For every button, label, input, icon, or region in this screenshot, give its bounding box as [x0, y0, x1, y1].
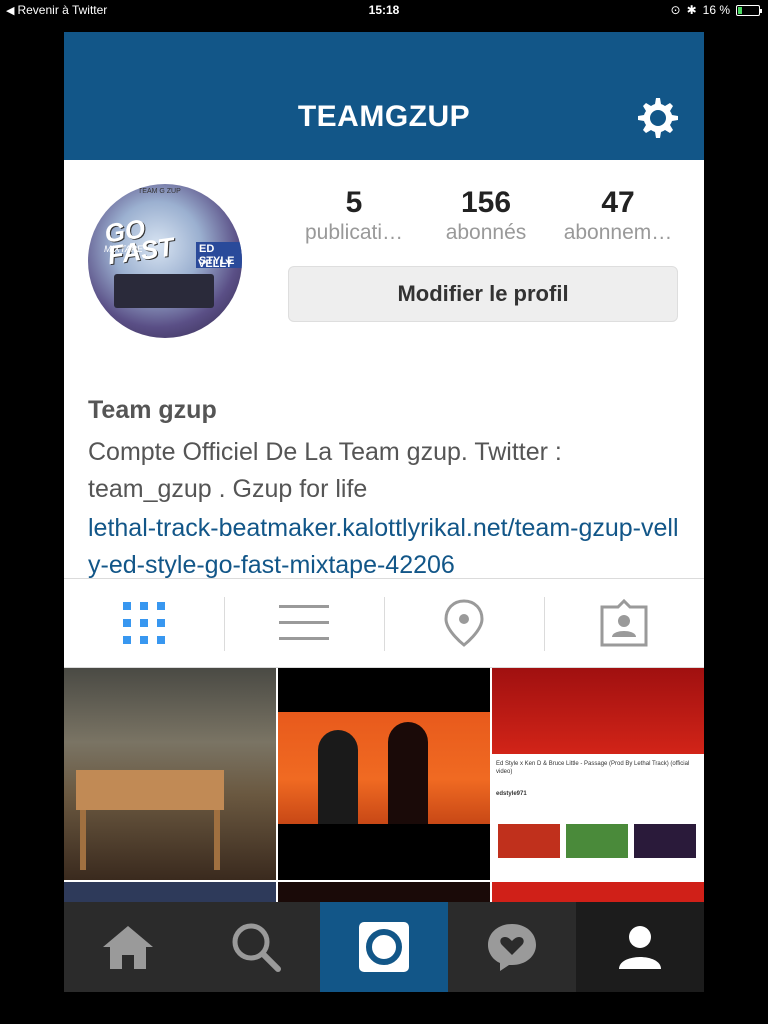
post-image-detail [492, 668, 704, 754]
top-bar: TEAMGZUP [64, 32, 704, 160]
nav-profile[interactable] [576, 902, 704, 992]
nav-activity[interactable] [448, 902, 576, 992]
stat-posts[interactable]: 5 publicati… [288, 186, 420, 246]
gear-icon[interactable] [634, 94, 682, 142]
tab-tagged[interactable] [544, 579, 704, 667]
post-thumbnail[interactable] [278, 668, 490, 880]
page-title: TEAMGZUP [297, 100, 471, 133]
post-thumbnail[interactable] [278, 882, 490, 902]
post-image-detail [318, 730, 358, 824]
tab-map[interactable] [384, 579, 544, 667]
stat-value: 47 [601, 186, 635, 219]
tab-grid[interactable] [64, 579, 224, 667]
profile-section: TEAM G ZUP GO FAST MIXTAPE ED STYLE VELLY… [64, 160, 704, 579]
avatar-truck-graphic [114, 274, 214, 308]
profile-link[interactable]: lethal-track-beatmaker.kalottlyrikal.net… [88, 510, 688, 584]
nav-home[interactable] [64, 902, 192, 992]
stat-value: 156 [460, 186, 512, 219]
status-bar: ◀ Revenir à Twitter 15:18 ⊙ ✱ 16 % [0, 0, 768, 20]
battery-icon [736, 4, 762, 16]
post-thumbnail[interactable] [492, 882, 704, 902]
bluetooth-icon: ✱ [686, 3, 697, 17]
location-pin-icon [444, 599, 484, 647]
post-image-detail [214, 810, 220, 870]
post-thumbnail[interactable] [64, 668, 276, 880]
stat-value: 5 [345, 186, 363, 219]
view-tabs [64, 578, 704, 668]
avatar-title-text: GO FAST [102, 213, 176, 271]
clock: 15:18 [368, 3, 400, 17]
avatar-mixtape-text: MIXTAPE [104, 244, 143, 254]
profile-bio: Compte Officiel De La Team gzup. Twitter… [88, 438, 562, 503]
search-icon [232, 923, 281, 972]
home-icon [103, 926, 153, 969]
stat-following[interactable]: 47 abonnem… [552, 186, 684, 246]
avatar[interactable]: TEAM G ZUP GO FAST MIXTAPE ED STYLE VELLY [88, 184, 242, 338]
post-thumbnail[interactable]: Ed Style x Ken D & Bruce Little - Passag… [492, 668, 704, 880]
avatar-brand-text: TEAM G ZUP [138, 188, 181, 195]
edit-profile-button[interactable]: Modifier le profil [288, 266, 678, 322]
post-image-detail [566, 824, 628, 858]
status-indicators: ⊙ ✱ 16 % [670, 3, 762, 17]
stat-label: publicati… [304, 221, 404, 244]
rotation-lock-icon: ⊙ [670, 3, 681, 17]
post-thumbnail[interactable] [64, 882, 276, 902]
instagram-app: TEAMGZUP TEAM G ZUP GO FAST MIXTAPE ED ST… [64, 32, 704, 992]
post-image-detail [634, 824, 696, 858]
profile-stats: 5 publicati… 156 abonnés 47 abonnem… [288, 186, 684, 246]
avatar-artist-text: VELLY [198, 258, 233, 270]
post-image-detail [388, 722, 428, 824]
stat-followers[interactable]: 156 abonnés [420, 186, 552, 246]
stat-label: abonnés [445, 221, 527, 244]
nav-search[interactable] [192, 902, 320, 992]
activity-heart-icon [488, 924, 536, 971]
bottom-nav [64, 902, 704, 992]
nav-camera[interactable] [320, 902, 448, 992]
post-image-detail [278, 712, 490, 824]
tab-list[interactable] [224, 579, 384, 667]
post-image-detail [80, 810, 86, 870]
post-image-detail [498, 824, 560, 858]
profile-icon [619, 926, 661, 969]
battery-percent: 16 % [702, 3, 730, 17]
tagged-person-icon [600, 599, 648, 647]
profile-name: Team gzup [88, 396, 217, 424]
grid-icon [123, 602, 165, 644]
post-image-detail [76, 770, 224, 810]
posts-grid: Ed Style x Ken D & Bruce Little - Passag… [64, 668, 704, 902]
stat-label: abonnem… [563, 221, 673, 244]
list-icon [279, 605, 329, 640]
camera-icon [359, 922, 409, 972]
post-video-title: Ed Style x Ken D & Bruce Little - Passag… [496, 761, 690, 797]
